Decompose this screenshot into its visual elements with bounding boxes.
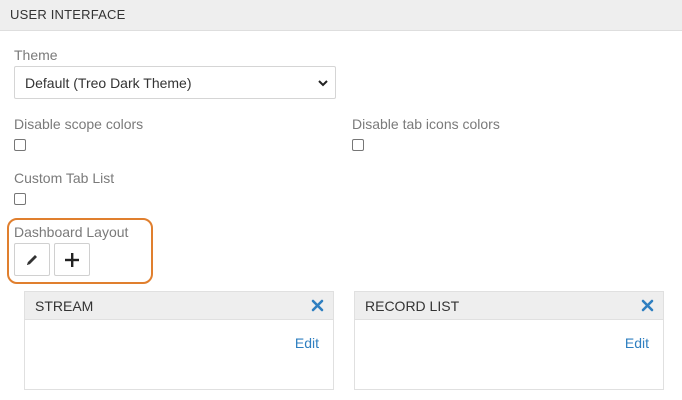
disable-scope-colors-label: Disable scope colors [14,116,144,132]
pencil-icon [27,254,37,265]
dashlet-title: RECORD LIST [365,298,460,314]
theme-select[interactable]: Default (Treo Dark Theme) [14,66,336,99]
panel-header: USER INTERFACE [0,0,682,31]
dashlet-card-stream: STREAM Edit [24,291,334,390]
dashlet-title: STREAM [35,298,94,314]
panel-title: USER INTERFACE [10,7,126,22]
dashboard-layout-label: Dashboard Layout [14,224,129,240]
dashlet-edit-link[interactable]: Edit [625,335,649,351]
chevron-down-icon [318,80,328,87]
theme-select-value: Default (Treo Dark Theme) [25,75,192,91]
dashlet-edit-link[interactable]: Edit [295,335,319,351]
plus-icon [65,252,79,267]
edit-dashboard-button[interactable] [14,243,50,276]
close-icon[interactable] [641,299,654,312]
add-dashlet-button[interactable] [54,243,90,276]
disable-tab-icons-colors-checkbox[interactable] [352,139,364,151]
disable-tab-icons-colors-label: Disable tab icons colors [352,116,500,132]
custom-tab-list-checkbox[interactable] [14,193,26,205]
dashlet-header: RECORD LIST [355,292,663,320]
disable-scope-colors-checkbox[interactable] [14,139,26,151]
theme-label: Theme [14,47,58,63]
custom-tab-list-label: Custom Tab List [14,170,115,186]
dashlet-header: STREAM [25,292,333,320]
dashlet-card-record-list: RECORD LIST Edit [354,291,664,390]
close-icon[interactable] [311,299,324,312]
